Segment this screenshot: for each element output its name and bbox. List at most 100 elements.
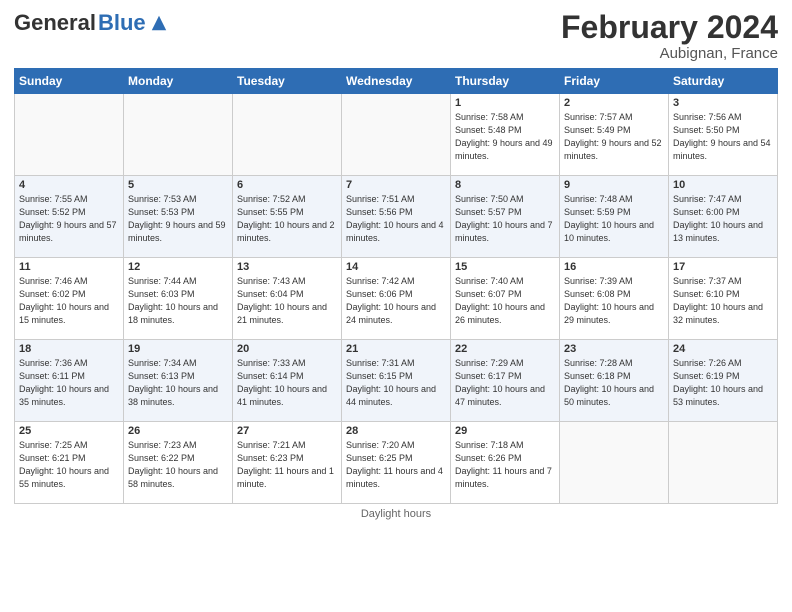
- day-info: Sunrise: 7:44 AM Sunset: 6:03 PM Dayligh…: [128, 275, 228, 327]
- day-cell: [342, 94, 451, 176]
- day-info: Sunrise: 7:42 AM Sunset: 6:06 PM Dayligh…: [346, 275, 446, 327]
- day-info: Sunrise: 7:58 AM Sunset: 5:48 PM Dayligh…: [455, 111, 555, 163]
- day-info: Sunrise: 7:29 AM Sunset: 6:17 PM Dayligh…: [455, 357, 555, 409]
- day-cell: 8 Sunrise: 7:50 AM Sunset: 5:57 PM Daylig…: [451, 176, 560, 258]
- logo-icon: [150, 14, 168, 32]
- day-number: 12: [128, 261, 228, 273]
- day-number: 23: [564, 343, 664, 355]
- day-info: Sunrise: 7:20 AM Sunset: 6:25 PM Dayligh…: [346, 439, 446, 491]
- day-info: Sunrise: 7:43 AM Sunset: 6:04 PM Dayligh…: [237, 275, 337, 327]
- header-row: SundayMondayTuesdayWednesdayThursdayFrid…: [15, 69, 778, 94]
- day-cell: 25 Sunrise: 7:25 AM Sunset: 6:21 PM Dayli…: [15, 422, 124, 504]
- day-info: Sunrise: 7:39 AM Sunset: 6:08 PM Dayligh…: [564, 275, 664, 327]
- logo-text: GeneralBlue: [14, 10, 168, 36]
- day-info: Sunrise: 7:55 AM Sunset: 5:52 PM Dayligh…: [19, 193, 119, 245]
- day-number: 28: [346, 425, 446, 437]
- day-number: 27: [237, 425, 337, 437]
- day-number: 9: [564, 179, 664, 191]
- day-cell: 12 Sunrise: 7:44 AM Sunset: 6:03 PM Dayli…: [124, 258, 233, 340]
- col-header-tuesday: Tuesday: [233, 69, 342, 94]
- day-cell: [233, 94, 342, 176]
- col-header-friday: Friday: [560, 69, 669, 94]
- day-number: 21: [346, 343, 446, 355]
- day-number: 6: [237, 179, 337, 191]
- day-info: Sunrise: 7:26 AM Sunset: 6:19 PM Dayligh…: [673, 357, 773, 409]
- day-number: 5: [128, 179, 228, 191]
- day-cell: 16 Sunrise: 7:39 AM Sunset: 6:08 PM Dayli…: [560, 258, 669, 340]
- day-info: Sunrise: 7:18 AM Sunset: 6:26 PM Dayligh…: [455, 439, 555, 491]
- day-cell: 9 Sunrise: 7:48 AM Sunset: 5:59 PM Daylig…: [560, 176, 669, 258]
- day-number: 10: [673, 179, 773, 191]
- day-number: 19: [128, 343, 228, 355]
- day-number: 17: [673, 261, 773, 273]
- day-cell: 27Sunrise: 7:21 AM Sunset: 6:23 PM Dayli…: [233, 422, 342, 504]
- day-cell: 19 Sunrise: 7:34 AM Sunset: 6:13 PM Dayli…: [124, 340, 233, 422]
- day-info: Sunrise: 7:25 AM Sunset: 6:21 PM Dayligh…: [19, 439, 119, 491]
- day-info: Sunrise: 7:31 AM Sunset: 6:15 PM Dayligh…: [346, 357, 446, 409]
- day-info: Sunrise: 7:33 AM Sunset: 6:14 PM Dayligh…: [237, 357, 337, 409]
- day-info: Sunrise: 7:51 AM Sunset: 5:56 PM Dayligh…: [346, 193, 446, 245]
- week-row-3: 11Sunrise: 7:46 AM Sunset: 6:02 PM Dayli…: [15, 258, 778, 340]
- day-info: Sunrise: 7:23 AM Sunset: 6:22 PM Dayligh…: [128, 439, 228, 491]
- day-number: 14: [346, 261, 446, 273]
- week-row-5: 25 Sunrise: 7:25 AM Sunset: 6:21 PM Dayli…: [15, 422, 778, 504]
- day-number: 16: [564, 261, 664, 273]
- day-info: Sunrise: 7:48 AM Sunset: 5:59 PM Dayligh…: [564, 193, 664, 245]
- day-number: 1: [455, 97, 555, 109]
- page-container: GeneralBlue February 2024 Aubignan, Fran…: [0, 0, 792, 528]
- month-title: February 2024: [561, 10, 778, 45]
- day-cell: 10Sunrise: 7:47 AM Sunset: 6:00 PM Dayli…: [669, 176, 778, 258]
- day-info: Sunrise: 7:34 AM Sunset: 6:13 PM Dayligh…: [128, 357, 228, 409]
- day-number: 20: [237, 343, 337, 355]
- day-cell: [669, 422, 778, 504]
- day-number: 22: [455, 343, 555, 355]
- day-info: Sunrise: 7:53 AM Sunset: 5:53 PM Dayligh…: [128, 193, 228, 245]
- day-info: Sunrise: 7:56 AM Sunset: 5:50 PM Dayligh…: [673, 111, 773, 163]
- day-number: 3: [673, 97, 773, 109]
- subtitle: Aubignan, France: [561, 45, 778, 62]
- day-cell: 17 Sunrise: 7:37 AM Sunset: 6:10 PM Dayli…: [669, 258, 778, 340]
- day-cell: 15 Sunrise: 7:40 AM Sunset: 6:07 PM Dayli…: [451, 258, 560, 340]
- title-block: February 2024 Aubignan, France: [561, 10, 778, 62]
- day-cell: 20 Sunrise: 7:33 AM Sunset: 6:14 PM Dayli…: [233, 340, 342, 422]
- day-cell: 29 Sunrise: 7:18 AM Sunset: 6:26 PM Dayli…: [451, 422, 560, 504]
- day-info: Sunrise: 7:37 AM Sunset: 6:10 PM Dayligh…: [673, 275, 773, 327]
- day-cell: 22 Sunrise: 7:29 AM Sunset: 6:17 PM Dayli…: [451, 340, 560, 422]
- footer: Daylight hours: [14, 508, 778, 520]
- day-number: 24: [673, 343, 773, 355]
- day-info: Sunrise: 7:57 AM Sunset: 5:49 PM Dayligh…: [564, 111, 664, 163]
- day-number: 11: [19, 261, 119, 273]
- day-cell: 28 Sunrise: 7:20 AM Sunset: 6:25 PM Dayli…: [342, 422, 451, 504]
- day-cell: 21 Sunrise: 7:31 AM Sunset: 6:15 PM Dayli…: [342, 340, 451, 422]
- day-number: 15: [455, 261, 555, 273]
- day-cell: [124, 94, 233, 176]
- day-cell: 3 Sunrise: 7:56 AM Sunset: 5:50 PM Daylig…: [669, 94, 778, 176]
- day-info: Sunrise: 7:40 AM Sunset: 6:07 PM Dayligh…: [455, 275, 555, 327]
- day-number: 18: [19, 343, 119, 355]
- day-cell: 7 Sunrise: 7:51 AM Sunset: 5:56 PM Daylig…: [342, 176, 451, 258]
- day-cell: 1 Sunrise: 7:58 AM Sunset: 5:48 PM Daylig…: [451, 94, 560, 176]
- day-cell: 13 Sunrise: 7:43 AM Sunset: 6:04 PM Dayli…: [233, 258, 342, 340]
- day-cell: 24 Sunrise: 7:26 AM Sunset: 6:19 PM Dayli…: [669, 340, 778, 422]
- day-cell: [15, 94, 124, 176]
- logo: GeneralBlue: [14, 10, 168, 36]
- day-number: 8: [455, 179, 555, 191]
- col-header-monday: Monday: [124, 69, 233, 94]
- week-row-2: 4Sunrise: 7:55 AM Sunset: 5:52 PM Daylig…: [15, 176, 778, 258]
- day-cell: 11Sunrise: 7:46 AM Sunset: 6:02 PM Dayli…: [15, 258, 124, 340]
- day-number: 7: [346, 179, 446, 191]
- day-number: 2: [564, 97, 664, 109]
- daylight-label: Daylight hours: [361, 508, 431, 520]
- day-cell: 26 Sunrise: 7:23 AM Sunset: 6:22 PM Dayli…: [124, 422, 233, 504]
- day-number: 26: [128, 425, 228, 437]
- day-cell: 4Sunrise: 7:55 AM Sunset: 5:52 PM Daylig…: [15, 176, 124, 258]
- day-cell: 23Sunrise: 7:28 AM Sunset: 6:18 PM Dayli…: [560, 340, 669, 422]
- day-info: Sunrise: 7:52 AM Sunset: 5:55 PM Dayligh…: [237, 193, 337, 245]
- day-number: 25: [19, 425, 119, 437]
- day-number: 13: [237, 261, 337, 273]
- logo-blue: Blue: [98, 10, 146, 36]
- day-info: Sunrise: 7:50 AM Sunset: 5:57 PM Dayligh…: [455, 193, 555, 245]
- day-number: 29: [455, 425, 555, 437]
- col-header-thursday: Thursday: [451, 69, 560, 94]
- logo-general: General: [14, 10, 96, 36]
